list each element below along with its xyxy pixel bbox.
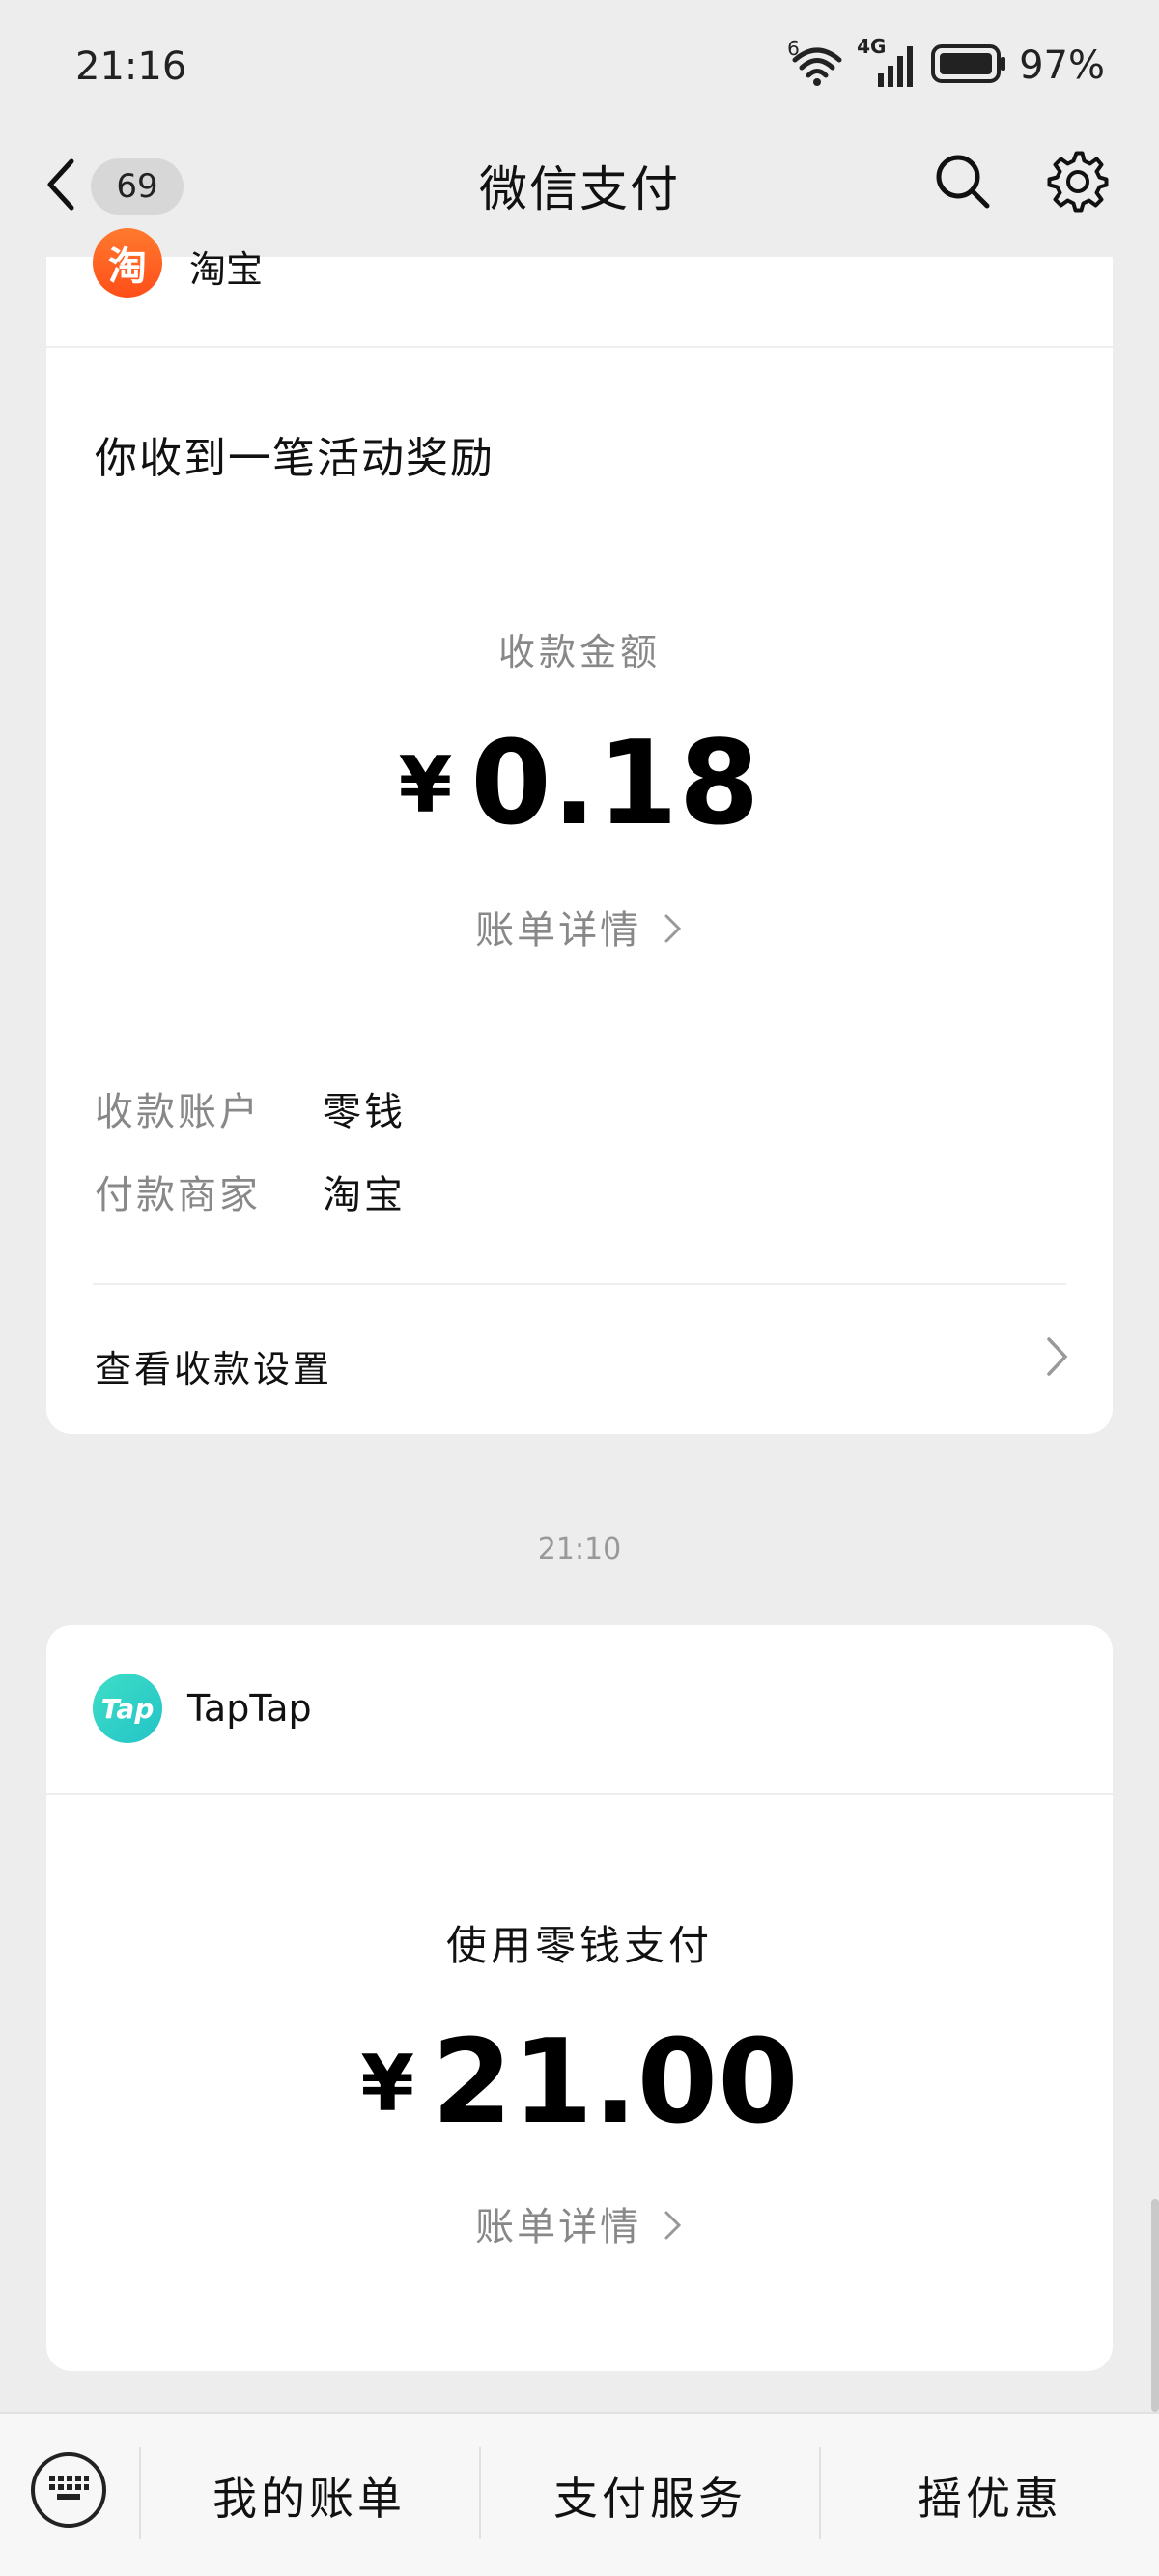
payment-method: 使用零钱支付 bbox=[445, 1922, 713, 1969]
divider bbox=[46, 1793, 1113, 1795]
merchant-name: TapTap bbox=[187, 1687, 312, 1730]
scrollbar[interactable] bbox=[1151, 2199, 1159, 2412]
keyboard-icon bbox=[47, 2474, 90, 2506]
taobao-logo: 淘 bbox=[93, 228, 162, 298]
chevron-right-icon bbox=[657, 908, 684, 953]
bill-details-label: 账单详情 bbox=[475, 2205, 642, 2249]
card-title: 你收到一笔活动奖励 bbox=[95, 434, 495, 483]
taptap-logo: Tap bbox=[93, 1674, 162, 1743]
keyboard-toggle-button[interactable] bbox=[31, 2452, 106, 2528]
tab-payment-services[interactable]: 支付服务 bbox=[481, 2464, 819, 2528]
wifi-icon: 6 bbox=[787, 37, 845, 89]
detail-row-account: 收款账户 零钱 bbox=[95, 1080, 406, 1136]
status-icons: 6 4G 97% bbox=[787, 35, 1105, 91]
amount-value: 21.00 bbox=[432, 2016, 799, 2150]
chevron-right-icon[interactable] bbox=[1045, 1333, 1070, 1384]
status-time: 21:16 bbox=[75, 44, 187, 89]
detail-label: 收款账户 bbox=[95, 1090, 261, 1134]
signal-icon: 4G bbox=[857, 35, 919, 89]
view-receipt-settings[interactable]: 查看收款设置 bbox=[95, 1339, 332, 1392]
bill-details-link[interactable]: 账单详情 bbox=[46, 899, 1113, 955]
amount-value: 0.18 bbox=[470, 717, 761, 851]
detail-value: 零钱 bbox=[323, 1090, 406, 1134]
battery-icon bbox=[930, 43, 1007, 89]
currency-symbol: ¥ bbox=[398, 740, 454, 830]
bill-details-label: 账单详情 bbox=[475, 908, 642, 953]
amount: ¥21.00 bbox=[46, 2016, 1113, 2150]
wifi-badge: 6 bbox=[787, 37, 800, 60]
divider bbox=[93, 1283, 1066, 1285]
battery-percent: 97% bbox=[1019, 43, 1105, 88]
bill-details-link[interactable]: 账单详情 bbox=[46, 2195, 1113, 2251]
message-timestamp: 21:10 bbox=[537, 1532, 622, 1566]
detail-value: 淘宝 bbox=[323, 1173, 406, 1217]
merchant-name: 淘宝 bbox=[189, 248, 264, 291]
chevron-right-icon bbox=[657, 2205, 684, 2249]
nav-actions bbox=[933, 151, 1109, 216]
detail-row-merchant: 付款商家 淘宝 bbox=[95, 1163, 406, 1219]
amount: ¥0.18 bbox=[46, 717, 1113, 851]
payment-card[interactable] bbox=[46, 1625, 1113, 2371]
tab-shake-deals[interactable]: 摇优惠 bbox=[821, 2464, 1159, 2528]
network-label: 4G bbox=[857, 35, 887, 58]
tab-my-bills[interactable]: 我的账单 bbox=[141, 2464, 477, 2528]
currency-symbol: ¥ bbox=[360, 2039, 415, 2129]
search-icon[interactable] bbox=[933, 152, 993, 215]
detail-label: 付款商家 bbox=[95, 1173, 261, 1217]
settings-gear-icon[interactable] bbox=[1047, 151, 1109, 216]
amount-label: 收款金额 bbox=[497, 631, 661, 673]
